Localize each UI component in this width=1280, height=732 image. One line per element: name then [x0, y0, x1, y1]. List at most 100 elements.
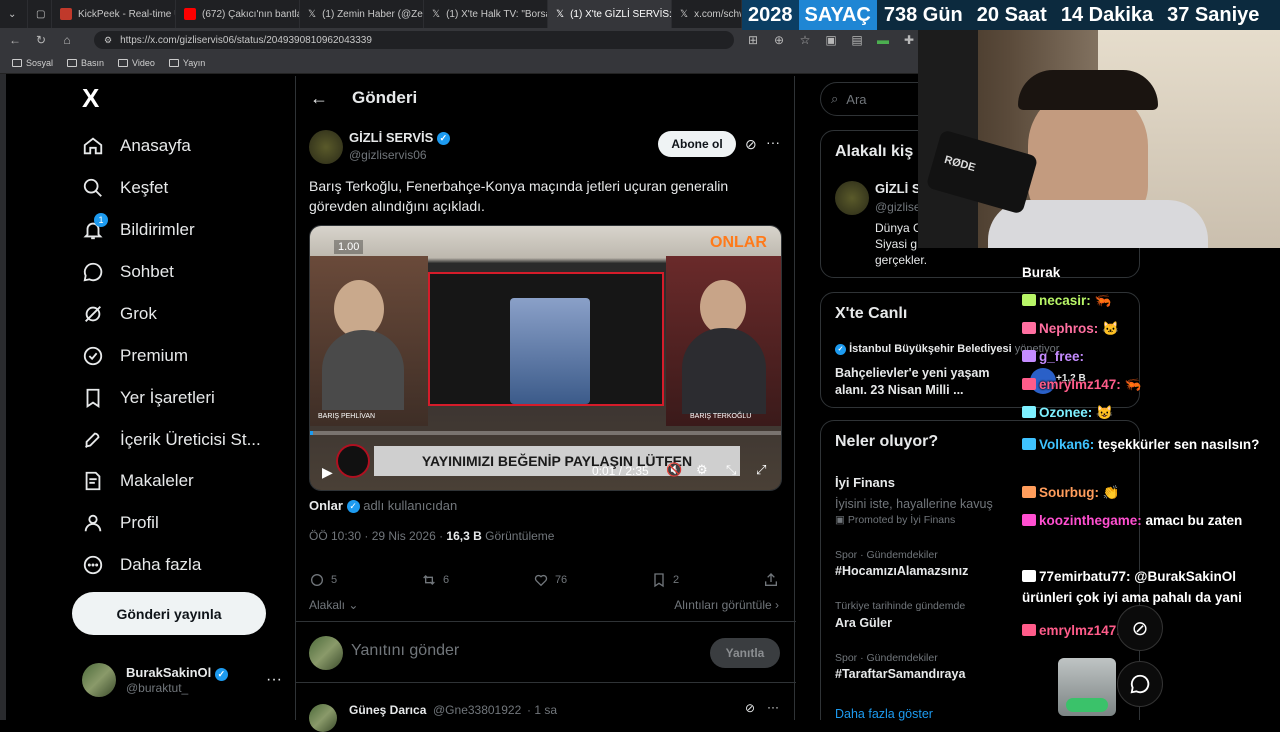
- reply-author-name[interactable]: Güneş Darıca: [349, 703, 426, 717]
- author-name[interactable]: GİZLİ SERVİS: [349, 130, 433, 145]
- author-avatar[interactable]: [309, 130, 343, 164]
- more-options-icon[interactable]: ···: [766, 134, 780, 150]
- trend-name[interactable]: #TaraftarSamandıraya: [835, 667, 965, 681]
- trend-context: Spor · Gündemdekiler: [835, 549, 938, 561]
- notification-badge: 1: [94, 213, 108, 227]
- account-switcher[interactable]: BurakSakinOl ✓ @buraktut_ ···: [82, 662, 282, 698]
- home-button-icon[interactable]: ⌂: [60, 33, 74, 47]
- search-icon: ⌕: [831, 91, 839, 106]
- browser-tab-kickpeek[interactable]: KickPeek - Real-time UR: [52, 0, 176, 28]
- chat-message: Nephros: 🐱: [1022, 318, 1278, 339]
- browser-tab-zemin[interactable]: 𝕏 (1) Zemin Haber (@Zem: [300, 0, 424, 28]
- bookmark-folder-video[interactable]: Video: [118, 58, 155, 68]
- playback-speed[interactable]: 1.00: [334, 240, 364, 254]
- x-favicon-icon: 𝕏: [432, 8, 441, 20]
- related-sort-dropdown[interactable]: Alakalı ⌄: [309, 598, 358, 612]
- nav-explore[interactable]: Keşfet: [82, 173, 168, 203]
- nav-articles[interactable]: Makaleler: [82, 466, 194, 496]
- reply-input[interactable]: Yanıtını gönder: [351, 642, 459, 660]
- grok-fab[interactable]: ⊘: [1117, 605, 1163, 651]
- trend-name[interactable]: #HocamızıAlamazsınız: [835, 564, 968, 578]
- post-timestamp[interactable]: ÖÖ 10:30 · 29 Nis 2026 ·: [309, 529, 446, 543]
- minimize-icon[interactable]: ⤡: [726, 462, 736, 478]
- promo-label: ▣ Promoted by İyi Finans: [835, 514, 955, 526]
- browser-tab-halktv[interactable]: 𝕏 (1) X'te Halk TV: "Borsa: [424, 0, 548, 28]
- browser-tab-youtube[interactable]: (672) Çakıcı'nın bantları: [176, 0, 300, 28]
- phone-screenshot: [510, 298, 590, 404]
- nav-label: Yer İşaretleri: [120, 388, 215, 407]
- fullscreen-icon[interactable]: ⤢: [756, 462, 766, 478]
- nav-label: Grok: [120, 304, 157, 323]
- nav-creator-studio[interactable]: İçerik Üreticisi St...: [82, 425, 261, 455]
- reply-action[interactable]: 5: [309, 570, 337, 590]
- subscribe-button[interactable]: Abone ol: [658, 131, 736, 157]
- nav-chat[interactable]: Sohbet: [82, 257, 174, 287]
- nav-premium[interactable]: Premium: [82, 341, 188, 371]
- bookmark-folder-sosyal[interactable]: Sosyal: [12, 58, 53, 68]
- site-info-icon[interactable]: ⚙: [104, 35, 112, 46]
- grok-icon[interactable]: ⊘: [745, 136, 757, 153]
- video-progress-track[interactable]: [310, 431, 781, 435]
- grok-icon[interactable]: ⊘: [745, 701, 755, 715]
- settings-icon[interactable]: ⚙: [696, 462, 708, 478]
- star-icon[interactable]: ☆: [798, 33, 812, 47]
- extension-icon[interactable]: ▬: [876, 33, 890, 47]
- live-description[interactable]: Bahçelievler'e yeni yaşam alanı. 23 Nisa…: [835, 365, 989, 399]
- nav-bookmarks[interactable]: Yer İşaretleri: [82, 383, 215, 413]
- bookmark-folder-yayin[interactable]: Yayın: [168, 58, 205, 68]
- extension-icon[interactable]: ▤: [850, 33, 864, 47]
- bookmark-folder-basin[interactable]: Basın: [67, 58, 104, 68]
- back-arrow-icon[interactable]: ←: [310, 88, 328, 109]
- share-action[interactable]: [763, 570, 779, 590]
- premium-icon: [82, 345, 104, 367]
- play-icon[interactable]: ▶: [322, 464, 333, 481]
- extension-icon[interactable]: ✚: [902, 33, 916, 47]
- countdown-label: SAYAÇ: [798, 0, 877, 30]
- chat-username: Nephros:: [1039, 321, 1099, 336]
- post-button[interactable]: Gönderi yayınla: [72, 592, 266, 635]
- back-arrow-icon[interactable]: ←: [8, 33, 22, 47]
- messages-fab[interactable]: [1117, 661, 1163, 707]
- search-placeholder: Ara: [846, 91, 867, 107]
- nav-home[interactable]: Anasayfa: [82, 131, 191, 161]
- browser-tab-gizliservis[interactable]: 𝕏 (1) X'te GİZLİ SERVİS: "B: [548, 0, 672, 28]
- bookmark-action[interactable]: 2: [651, 570, 679, 590]
- reply-author-handle[interactable]: @Gne33801922: [433, 703, 521, 717]
- video-player[interactable]: 1.00 ONLAR BARIŞ PEHLİVAN BARIŞ TERKOĞLU…: [309, 225, 782, 491]
- install-icon[interactable]: ⊞: [746, 33, 760, 47]
- url-field[interactable]: ⚙ https://x.com/gizliservis06/status/204…: [94, 31, 734, 49]
- nav-profile[interactable]: Profil: [82, 508, 159, 538]
- like-action[interactable]: 76: [533, 570, 567, 590]
- more-options-icon[interactable]: ···: [266, 671, 282, 689]
- trend-name[interactable]: Ara Güler: [835, 616, 892, 630]
- browser-tab-schwa[interactable]: 𝕏 x.com/schwa: [672, 0, 742, 28]
- author-handle[interactable]: @gizliservis06: [349, 148, 427, 162]
- attribution-name[interactable]: Onlar: [309, 498, 343, 513]
- show-more-link[interactable]: Daha fazla göster: [835, 707, 933, 721]
- guest-body: [682, 328, 766, 414]
- nav-more[interactable]: Daha fazla: [82, 550, 201, 580]
- nav-grok[interactable]: Grok: [82, 299, 157, 329]
- next-reply: Güneş Darıca @Gne33801922 · 1 sa ⊘ ···: [309, 700, 789, 732]
- tab-actions-icon[interactable]: ▢: [28, 0, 52, 28]
- chat-username: g_free:: [1039, 349, 1085, 364]
- extension-icon[interactable]: ▣: [824, 33, 838, 47]
- mute-icon[interactable]: 🔇: [666, 462, 682, 478]
- reply-count: 5: [331, 574, 338, 586]
- ticker-banner: YAYINIMIZI BEĞENİP PAYLAŞIN LÜTFEN: [374, 446, 740, 476]
- avatar[interactable]: [835, 181, 869, 215]
- reply-button[interactable]: Yanıtla: [710, 638, 780, 668]
- tab-title: (1) Zemin Haber (@Zem: [322, 8, 424, 20]
- repost-action[interactable]: 6: [421, 570, 449, 590]
- tab-list-button[interactable]: ⌄: [0, 0, 28, 28]
- chat-username: emrylmz147:: [1039, 377, 1121, 392]
- zoom-icon[interactable]: ⊕: [772, 33, 786, 47]
- x-logo[interactable]: X: [82, 85, 106, 111]
- more-options-icon[interactable]: ···: [767, 700, 779, 714]
- promo-name[interactable]: İyi Finans: [835, 475, 895, 490]
- person-icon: [82, 512, 104, 534]
- view-quotes-link[interactable]: Alıntıları görüntüle ›: [674, 598, 779, 612]
- nav-label: Sohbet: [120, 262, 174, 281]
- home-icon: [82, 135, 104, 157]
- reload-icon[interactable]: ↻: [34, 33, 48, 47]
